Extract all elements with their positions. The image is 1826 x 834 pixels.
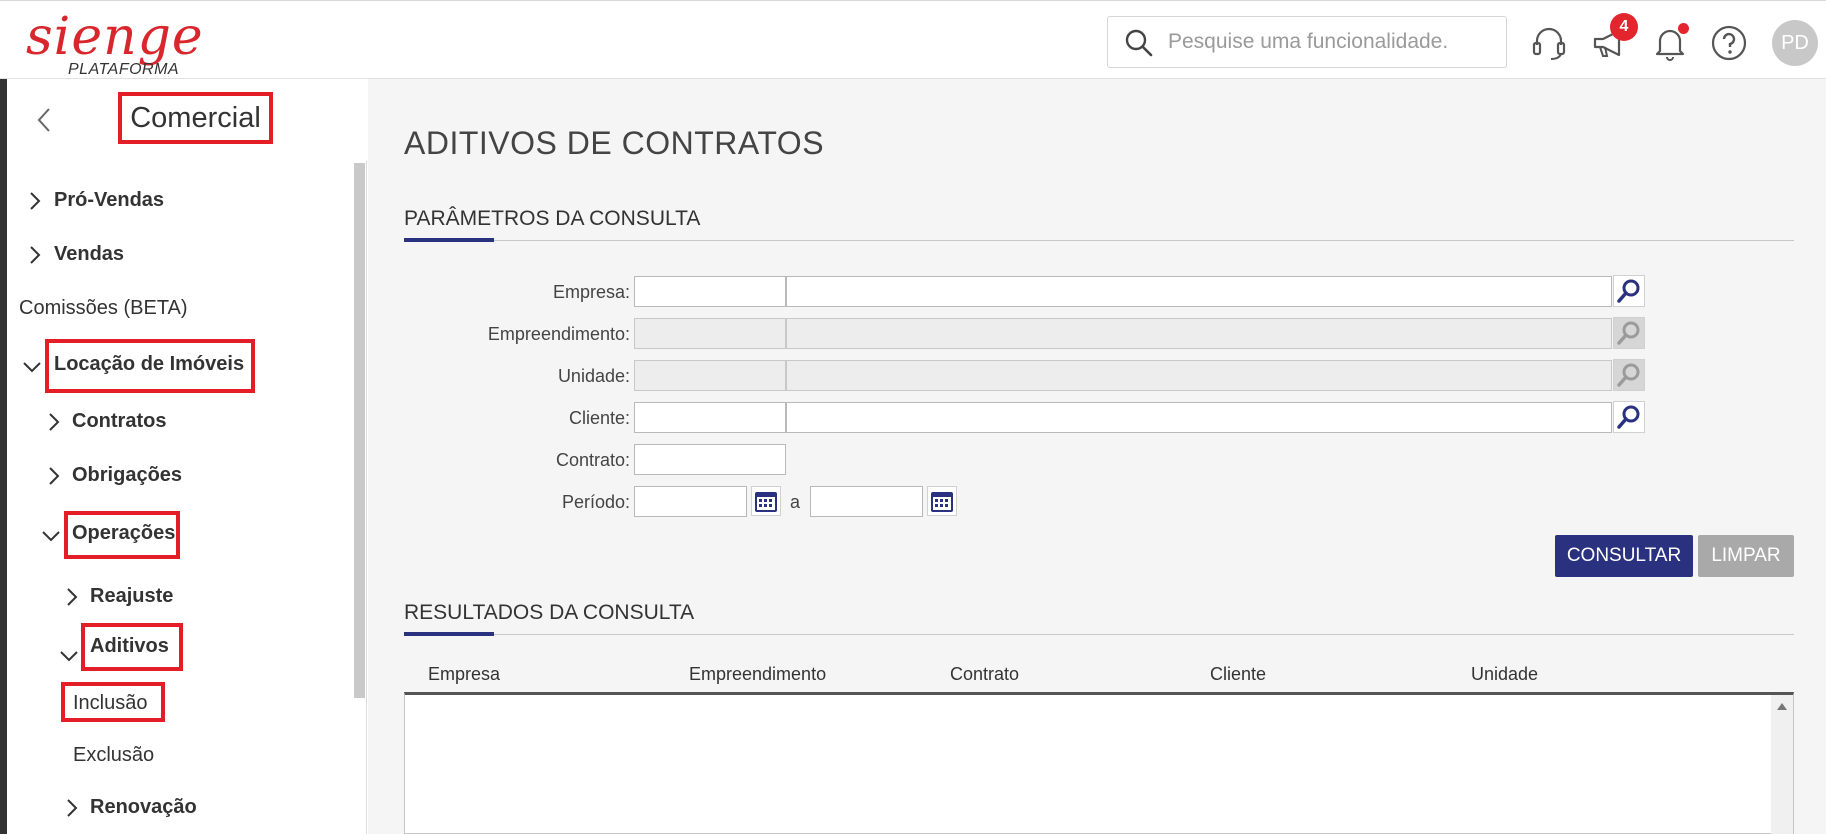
empreendimento-search-button[interactable] [1613,317,1645,349]
sidebar-title: Comercial [118,92,273,144]
results-section-header: RESULTADOS DA CONSULTA [404,595,1794,636]
calendar-icon [931,492,953,512]
magnifier-icon [1617,321,1640,345]
sidebar-item-reajuste[interactable]: Reajuste [90,585,173,608]
chevron-right-icon [49,413,60,431]
empreendimento-name-field[interactable] [786,318,1612,349]
sidebar-scrollbar[interactable] [354,163,365,698]
chevron-down-icon [60,651,78,662]
empresa-search-button[interactable] [1613,275,1645,307]
column-header-empresa[interactable]: Empresa [428,664,500,685]
sidebar-item-contratos[interactable]: Contratos [72,410,166,433]
sidebar-item-aditivos[interactable]: Aditivos [90,635,169,658]
chevron-right-icon [67,588,78,606]
params-section-title: PARÂMETROS DA CONSULTA [404,207,701,230]
headset-icon[interactable] [1529,23,1569,63]
sidebar: Comercial Pró-Vendas Vendas Comissões (B… [7,79,367,834]
results-scrollbar[interactable] [1771,695,1793,834]
top-border [0,0,1826,4]
contrato-label: Contrato: [555,450,630,470]
magnifier-icon [1617,363,1640,387]
sidebar-item-renovacao[interactable]: Renovação [90,796,197,819]
logo-subtitle: PLATAFORMA [68,61,180,78]
search-icon [1125,29,1153,57]
sidebar-item-inclusao[interactable]: Inclusão [73,692,148,715]
cliente-name-field[interactable] [786,402,1612,433]
chevron-right-icon [67,799,78,817]
empresa-label: Empresa: [552,282,630,302]
sidebar-item-obrigacoes[interactable]: Obrigações [72,464,182,487]
chevron-right-icon [30,246,41,264]
chevron-down-icon [23,362,41,373]
periodo-start-field[interactable] [634,486,747,517]
sidebar-header: Comercial [7,79,367,161]
unidade-code-field[interactable] [634,360,786,391]
sidebar-item-locacao-de-imoveis[interactable]: Locação de Imóveis [54,353,244,376]
sidebar-item-exclusao[interactable]: Exclusão [73,744,154,767]
unidade-search-button[interactable] [1613,359,1645,391]
params-section-header: PARÂMETROS DA CONSULTA [404,201,1794,242]
search-input[interactable] [1168,27,1498,57]
column-header-unidade[interactable]: Unidade [1471,664,1538,685]
section-accent-bar [404,632,494,636]
results-grid [404,692,1794,834]
notification-count-badge: 4 [1610,13,1638,41]
cliente-code-field[interactable] [634,402,786,433]
scroll-up-arrow-icon[interactable] [1777,703,1787,710]
chevron-right-icon [49,467,60,485]
page-title: ADITIVOS DE CONTRATOS [404,125,825,161]
top-header: sienge PLATAFORMA 4 PD [0,5,1826,79]
cliente-label: Cliente: [568,408,630,428]
column-header-cliente[interactable]: Cliente [1210,664,1266,685]
periodo-label: Período: [561,492,630,512]
sidebar-item-operacoes[interactable]: Operações [72,522,175,545]
empreendimento-label: Empreendimento: [487,324,630,344]
sienge-logo[interactable]: sienge PLATAFORMA [26,11,203,79]
calendar-icon [755,492,777,512]
cliente-search-button[interactable] [1613,401,1645,433]
magnifier-icon [1617,279,1640,303]
sidebar-item-pro-vendas[interactable]: Pró-Vendas [54,189,164,212]
section-accent-bar [404,238,494,242]
bell-alert-dot [1678,23,1689,34]
search-box[interactable] [1107,16,1507,68]
consultar-button[interactable]: CONSULTAR [1555,535,1693,577]
logo-text: sienge [26,7,204,67]
chevron-right-icon [30,192,41,210]
help-icon[interactable] [1709,23,1749,63]
empresa-code-field[interactable] [634,276,786,307]
sidebar-item-comissoes[interactable]: Comissões (BETA) [19,297,188,320]
unidade-name-field[interactable] [786,360,1612,391]
empreendimento-code-field[interactable] [634,318,786,349]
main-content: ADITIVOS DE CONTRATOS PARÂMETROS DA CONS… [368,79,1826,834]
limpar-button[interactable]: LIMPAR [1698,535,1794,577]
periodo-separator: a [790,492,801,512]
empresa-name-field[interactable] [786,276,1612,307]
column-header-contrato[interactable]: Contrato [950,664,1019,685]
column-header-empreendimento[interactable]: Empreendimento [689,664,826,685]
contrato-field[interactable] [634,444,786,475]
periodo-end-calendar-button[interactable] [927,486,957,516]
magnifier-icon [1617,405,1640,429]
sidebar-item-vendas[interactable]: Vendas [54,243,124,266]
user-avatar[interactable]: PD [1772,20,1818,66]
results-section-title: RESULTADOS DA CONSULTA [404,601,695,624]
periodo-start-calendar-button[interactable] [751,486,781,516]
unidade-label: Unidade: [557,366,630,386]
periodo-end-field[interactable] [810,486,923,517]
left-edge-bar [0,79,7,834]
chevron-down-icon [42,531,60,542]
chevron-left-icon[interactable] [33,105,55,135]
